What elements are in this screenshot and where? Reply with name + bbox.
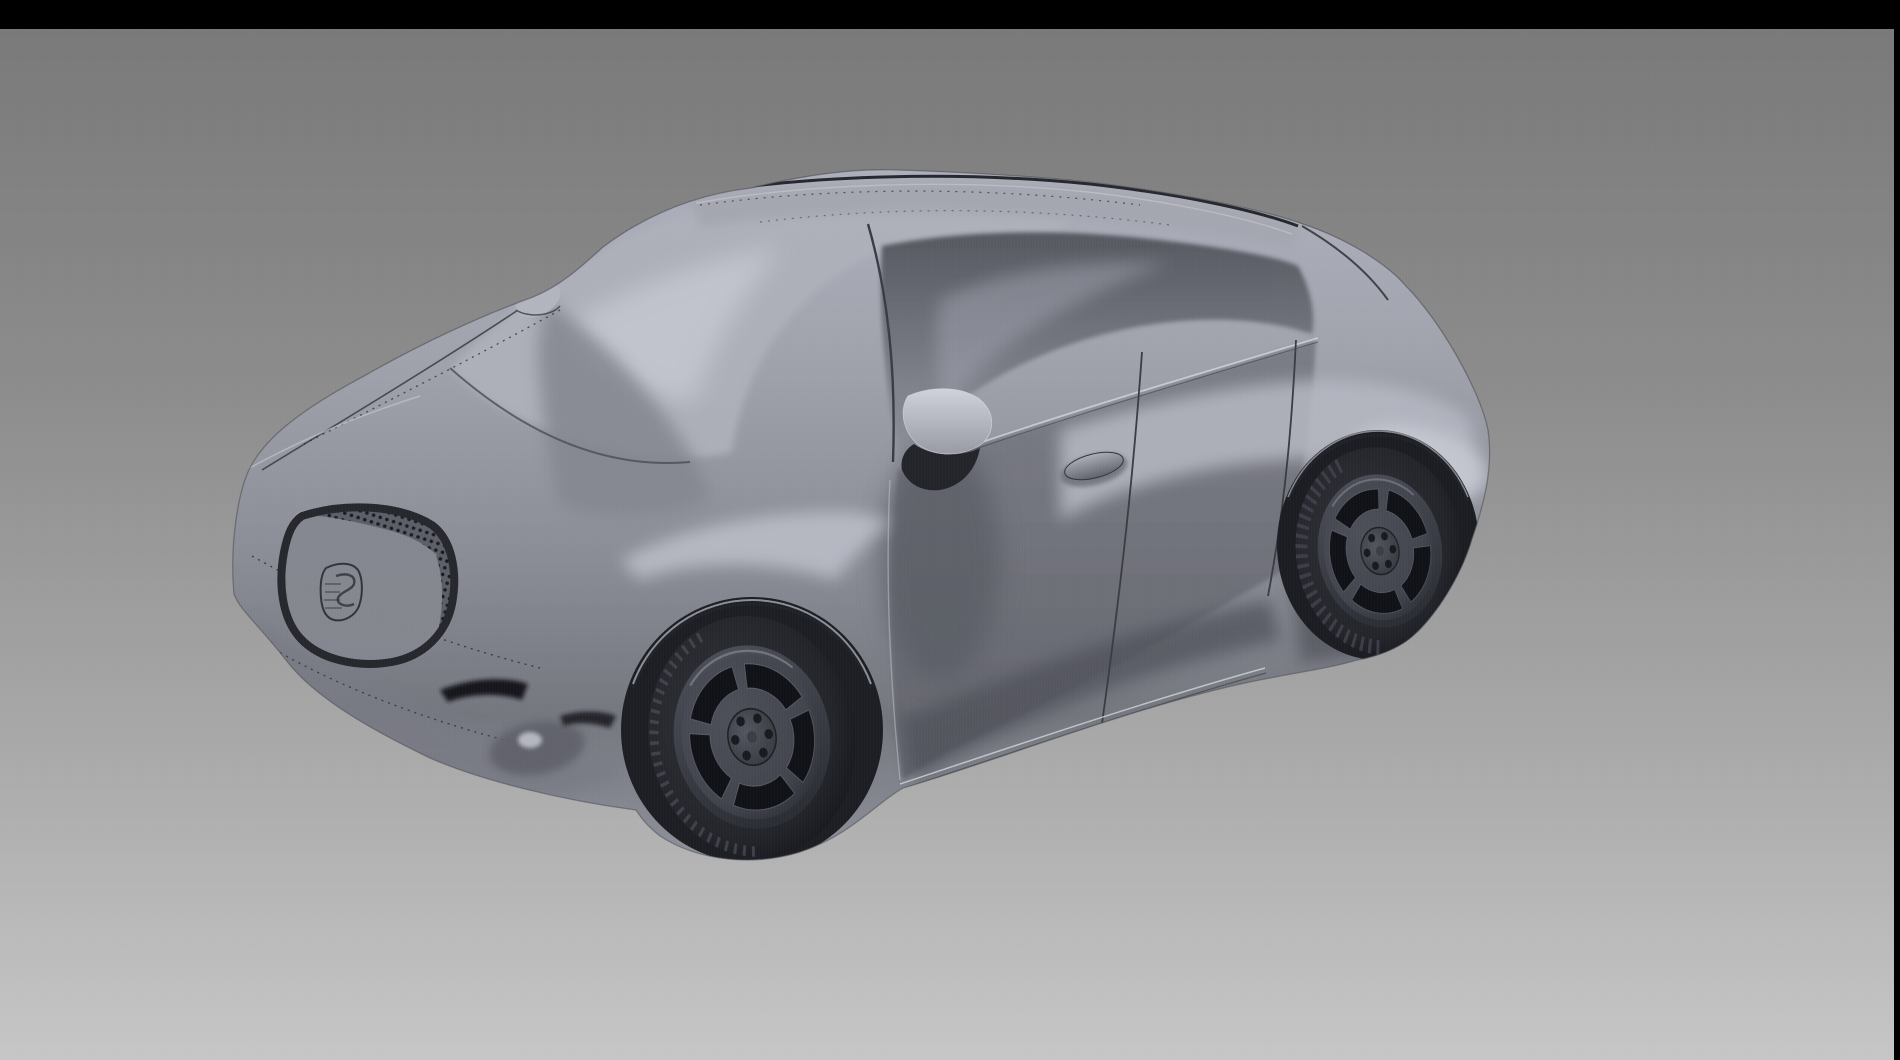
letterbox-top-bar xyxy=(0,0,1900,29)
grille xyxy=(278,504,457,667)
viewport-3d[interactable] xyxy=(0,29,1894,1060)
car-model-canvas[interactable] xyxy=(0,0,1900,1060)
car-model[interactable] xyxy=(233,170,1497,875)
letterbox-right-bar xyxy=(1894,0,1900,1060)
